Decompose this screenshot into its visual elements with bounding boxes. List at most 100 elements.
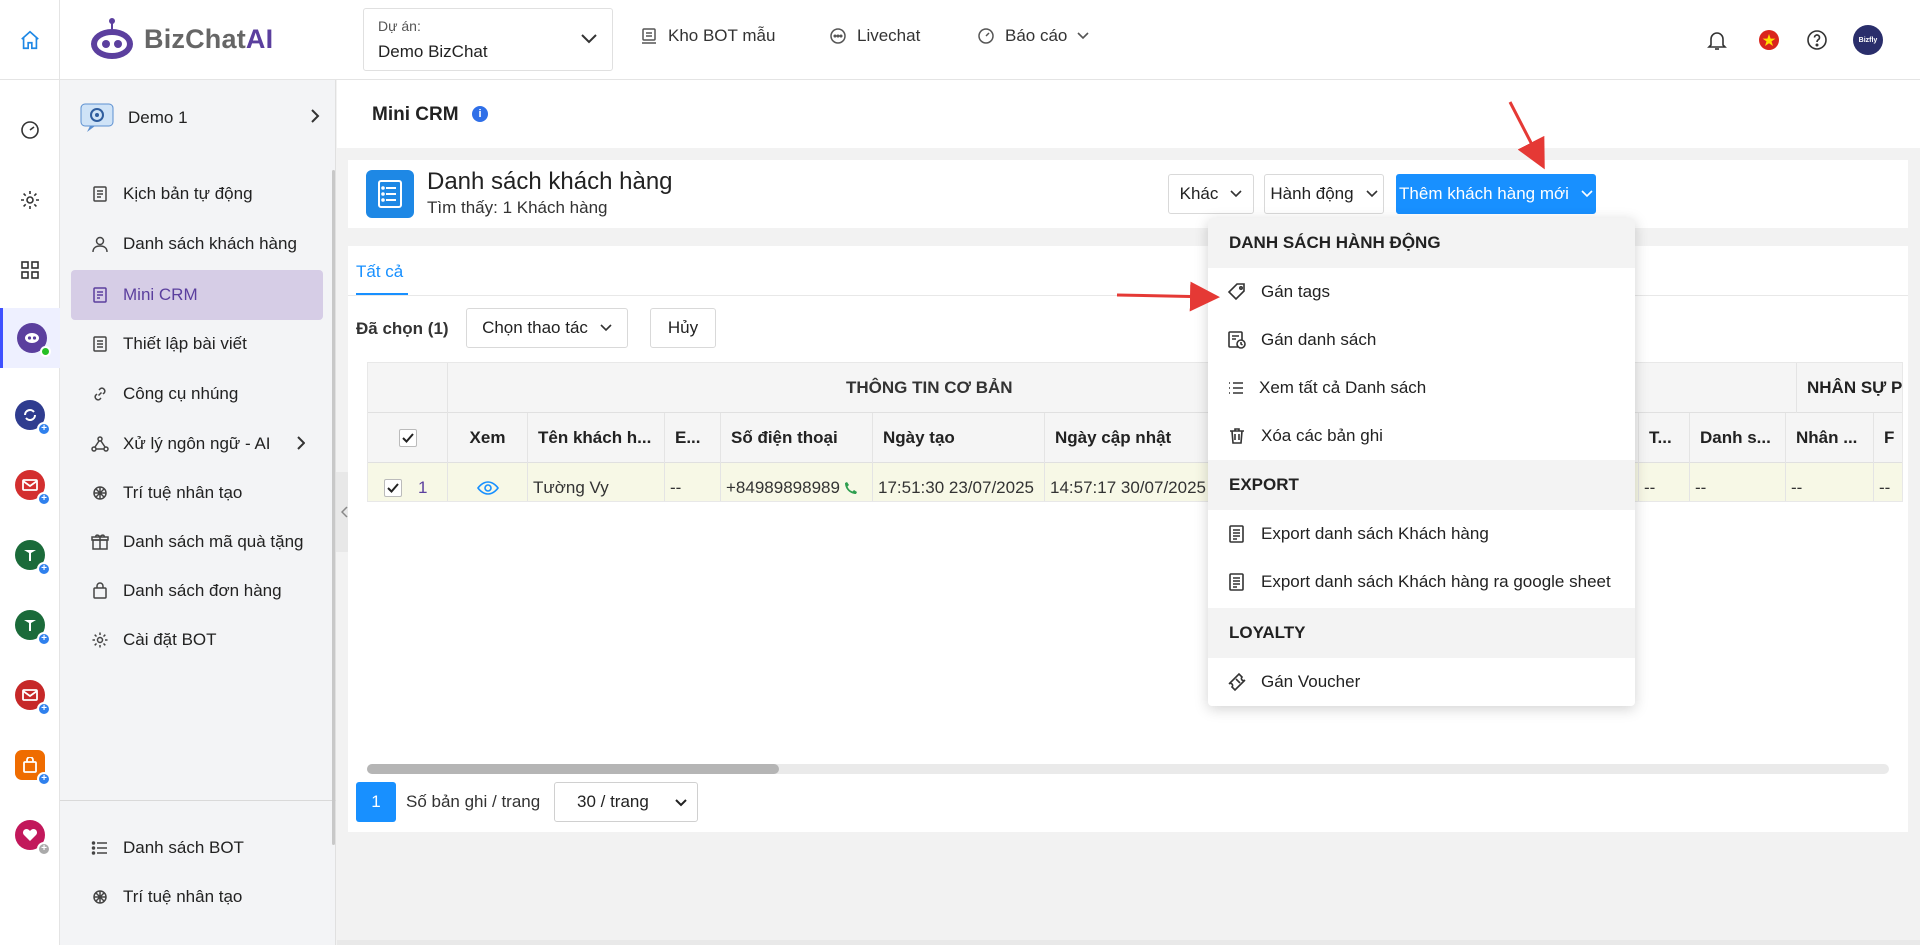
info-icon[interactable]: i bbox=[472, 106, 488, 122]
sidebar-item-tri-tue-nhan-tao[interactable]: Trí tuệ nhân tạo bbox=[71, 468, 323, 518]
chevron-down-icon bbox=[1230, 190, 1242, 198]
menu-item-label: Gán tags bbox=[1261, 282, 1330, 301]
sidebar-item-xu-ly-ngon-ngu[interactable]: Xử lý ngôn ngữ - AI bbox=[71, 419, 323, 469]
menu-item-xoa[interactable]: Xóa các bản ghi bbox=[1208, 412, 1635, 460]
help-button[interactable] bbox=[1801, 24, 1833, 56]
notification-button[interactable] bbox=[1701, 24, 1733, 56]
tab-all[interactable]: Tất cả bbox=[356, 262, 403, 282]
vietnam-flag-icon bbox=[1759, 30, 1779, 50]
sidebar-item-label: Trí tuệ nhân tạo bbox=[123, 483, 243, 502]
view-button[interactable] bbox=[448, 463, 528, 501]
sidebar-item-tri-tue-nhan-tao-bottom[interactable]: Trí tuệ nhân tạo bbox=[71, 872, 323, 922]
phone-call-icon[interactable] bbox=[844, 481, 858, 495]
home-button[interactable] bbox=[0, 0, 60, 80]
rail-app-bag[interactable]: + bbox=[0, 735, 60, 795]
sidebar-item-danh-sach-kh[interactable]: Danh sách khách hàng bbox=[71, 219, 323, 269]
user-icon bbox=[92, 236, 108, 253]
menu-item-xem-tat-ca[interactable]: Xem tất cả Danh sách bbox=[1208, 364, 1635, 412]
col-f[interactable]: F bbox=[1874, 413, 1902, 463]
menu-item-gan-danh-sach[interactable]: Gán danh sách bbox=[1208, 316, 1635, 364]
rail-app-t-2[interactable]: + bbox=[0, 595, 60, 655]
selected-count: Đã chọn (1) bbox=[356, 319, 449, 338]
rail-app-t-1[interactable]: + bbox=[0, 525, 60, 585]
hanh-dong-button[interactable]: Hành động bbox=[1264, 174, 1384, 214]
nav-livechat-label: Livechat bbox=[857, 26, 921, 45]
col-nhan-su[interactable]: Nhân ... bbox=[1786, 413, 1874, 463]
nav-kho-bot-label: Kho BOT mẫu bbox=[668, 26, 776, 45]
menu-item-export-google-sheet[interactable]: Export danh sách Khách hàng ra google sh… bbox=[1208, 558, 1635, 606]
language-vn-button[interactable] bbox=[1753, 24, 1785, 56]
nav-bao-cao[interactable]: Báo cáo bbox=[977, 26, 1089, 46]
user-avatar[interactable]: Bizfly bbox=[1852, 24, 1884, 56]
menu-item-gan-voucher[interactable]: Gán Voucher bbox=[1208, 658, 1635, 706]
row-index: 1 bbox=[418, 478, 428, 497]
rail-app-mail-2[interactable]: + bbox=[0, 665, 60, 725]
per-page-value: 30 / trang bbox=[577, 792, 649, 811]
table-horizontal-scrollbar[interactable] bbox=[367, 764, 1889, 774]
khac-button[interactable]: Khác bbox=[1168, 174, 1254, 214]
rail-dashboard[interactable] bbox=[0, 100, 60, 160]
sidebar-item-ma-qua-tang[interactable]: Danh sách mã quà tặng bbox=[71, 517, 323, 567]
nav-livechat[interactable]: Livechat bbox=[829, 26, 920, 46]
rail-app-mail-1[interactable]: + bbox=[0, 455, 60, 515]
col-sdt[interactable]: Số điện thoại bbox=[721, 413, 873, 463]
bot-selector[interactable]: Demo 1 bbox=[80, 100, 320, 136]
col-ten[interactable]: Tên khách h... bbox=[528, 413, 665, 463]
sidebar-item-danh-sach-bot[interactable]: Danh sách BOT bbox=[71, 823, 323, 873]
cell-ten: Tường Vy bbox=[528, 463, 665, 501]
select-all-checkbox[interactable] bbox=[368, 413, 448, 463]
nav-bao-cao-label: Báo cáo bbox=[1005, 26, 1068, 45]
grid-icon bbox=[21, 261, 39, 279]
project-selector[interactable]: Dự án: Demo BizChat bbox=[363, 8, 613, 71]
col-ngay-tao[interactable]: Ngày tạo bbox=[873, 413, 1045, 463]
hanh-dong-button-label: Hành động bbox=[1270, 184, 1354, 203]
gauge-icon bbox=[21, 121, 39, 139]
table-row[interactable]: 1 Tường Vy -- +84989898989 17:51:30 23/0… bbox=[368, 463, 1902, 501]
sidebar-item-cai-dat-bot[interactable]: Cài đặt BOT bbox=[71, 615, 323, 665]
rail-apps[interactable] bbox=[0, 240, 60, 300]
add-customer-button[interactable]: Thêm khách hàng mới bbox=[1396, 174, 1596, 214]
chevron-right-icon bbox=[297, 436, 305, 450]
sidebar-item-thiet-lap-bai-viet[interactable]: Thiết lập bài viết bbox=[71, 319, 323, 369]
rail-app-heart[interactable]: + bbox=[0, 805, 60, 865]
col-xem[interactable]: Xem bbox=[448, 413, 528, 463]
sidebar-item-kich-ban[interactable]: Kịch bản tự động bbox=[71, 169, 323, 219]
post-settings-icon bbox=[93, 336, 107, 352]
shopping-bag-app-icon: + bbox=[15, 750, 51, 786]
menu-item-label: Export danh sách Khách hàng ra google sh… bbox=[1261, 572, 1611, 591]
col-ngay-cap-nhat[interactable]: Ngày cập nhật bbox=[1045, 413, 1217, 463]
sidebar-item-don-hang[interactable]: Danh sách đơn hàng bbox=[71, 566, 323, 616]
sidebar-item-mini-crm[interactable]: Mini CRM bbox=[71, 270, 323, 320]
col-danh-sach[interactable]: Danh s... bbox=[1690, 413, 1786, 463]
sidebar-item-cong-cu-nhung[interactable]: Công cụ nhúng bbox=[71, 369, 323, 419]
chevron-down-icon bbox=[600, 324, 612, 332]
row-checkbox[interactable]: 1 bbox=[368, 463, 448, 501]
bizchat-app-icon bbox=[16, 323, 51, 357]
group-header-staff: NHÂN SỰ PH bbox=[1796, 363, 1902, 413]
page-bottom-strip bbox=[337, 940, 1920, 945]
pagination-page-1[interactable]: 1 bbox=[356, 782, 396, 822]
rail-app-2[interactable]: + bbox=[0, 385, 60, 445]
menu-item-export-kh[interactable]: Export danh sách Khách hàng bbox=[1208, 510, 1635, 558]
col-t[interactable]: T... bbox=[1638, 413, 1690, 463]
nav-kho-bot-mau[interactable]: Kho BOT mẫu bbox=[640, 26, 775, 46]
sidebar-item-label: Danh sách BOT bbox=[123, 838, 244, 857]
scrollbar-thumb[interactable] bbox=[367, 764, 779, 774]
bulk-action-select[interactable]: Chọn thao tác bbox=[466, 308, 628, 348]
chevron-down-icon bbox=[581, 34, 597, 44]
sidebar-item-label: Thiết lập bài viết bbox=[123, 334, 247, 353]
crm-doc-icon bbox=[93, 287, 107, 303]
content-panel: Tất cả Đã chọn (1) Chọn thao tác Hủy THÔ… bbox=[348, 246, 1908, 832]
menu-item-gan-tags[interactable]: Gán tags bbox=[1208, 268, 1635, 316]
cancel-selection-button[interactable]: Hủy bbox=[650, 308, 716, 348]
rail-bizchat[interactable] bbox=[0, 308, 60, 368]
rail-settings[interactable] bbox=[0, 170, 60, 230]
project-label: Dự án: bbox=[378, 18, 421, 34]
gift-icon bbox=[91, 534, 109, 550]
sidebar-scrollbar[interactable] bbox=[332, 170, 335, 845]
records-per-page-select[interactable]: 30 / trang bbox=[554, 782, 698, 822]
col-email[interactable]: E... bbox=[665, 413, 721, 463]
dashboard-gauge-icon bbox=[978, 28, 994, 44]
brand-logo[interactable]: BizChatAI bbox=[88, 16, 273, 62]
group-header-basic: THÔNG TIN CƠ BẢN bbox=[846, 378, 1013, 397]
